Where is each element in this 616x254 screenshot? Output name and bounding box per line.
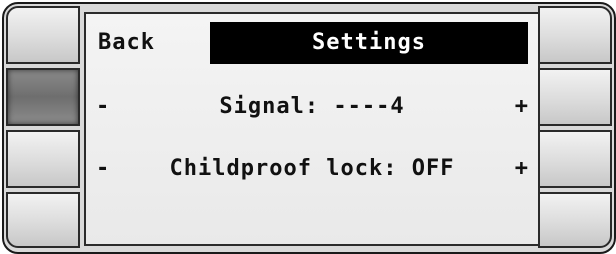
left-softkey-3[interactable] [6, 130, 80, 188]
left-softkeys [4, 4, 82, 252]
signal-increase-indicator: + [514, 94, 528, 119]
device-panel: Back Settings - Signal: ----4 + - Childp… [2, 2, 616, 254]
childproof-lock-row: - Childproof lock: OFF + [96, 156, 528, 186]
display-screen: Back Settings - Signal: ----4 + - Childp… [84, 12, 540, 246]
left-softkey-4[interactable] [6, 192, 80, 248]
childproof-increase-indicator: + [514, 156, 528, 181]
left-softkey-2[interactable] [6, 68, 80, 126]
right-softkey-1[interactable] [538, 6, 612, 64]
signal-row: - Signal: ----4 + [96, 94, 528, 124]
right-softkey-4[interactable] [538, 192, 612, 248]
childproof-lock-setting-label: Childproof lock: OFF [169, 156, 455, 181]
title-bar: Settings [210, 22, 528, 64]
right-softkeys [536, 4, 614, 252]
right-softkey-3[interactable] [538, 130, 612, 188]
right-softkey-2[interactable] [538, 68, 612, 126]
left-softkey-1[interactable] [6, 6, 80, 64]
page-title: Settings [312, 30, 426, 55]
signal-setting-label: Signal: ----4 [219, 94, 405, 119]
back-label: Back [98, 30, 155, 55]
